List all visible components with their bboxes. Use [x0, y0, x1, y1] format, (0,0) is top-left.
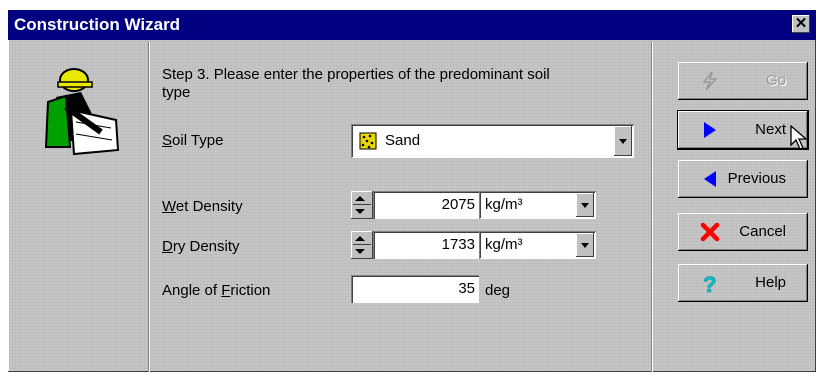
soil-type-label-rest: oil Type: [172, 132, 224, 149]
soil-type-label: Soil Type: [162, 132, 223, 149]
wet-density-unit-button[interactable]: [576, 193, 594, 217]
next-button[interactable]: Next: [678, 111, 808, 150]
help-question-icon: ?: [703, 273, 717, 295]
wet-density-accel: W: [162, 198, 176, 215]
help-label: Help: [755, 274, 786, 291]
step-instructions: Step 3. Please enter the properties of t…: [162, 66, 550, 101]
close-button[interactable]: ✕: [792, 15, 810, 33]
soil-type-accel: S: [162, 132, 173, 149]
help-button[interactable]: ? Help: [678, 264, 808, 302]
soil-type-value: Sand: [385, 132, 421, 149]
wet-density-unit-dropdown[interactable]: kg/m³: [479, 191, 596, 219]
previous-button[interactable]: Previous: [678, 160, 808, 198]
dry-density-unit-dropdown[interactable]: kg/m³: [479, 231, 596, 259]
wet-density-label-rest: et Density: [175, 198, 243, 215]
wet-density-label: Wet Density: [162, 198, 243, 215]
go-button[interactable]: Go: [678, 62, 808, 100]
dry-density-unit-button[interactable]: [576, 233, 594, 257]
wet-density-input[interactable]: 2075: [373, 191, 479, 219]
construction-wizard-window: Construction Wizard ✕ Step 3. Please ent…: [8, 10, 816, 372]
soil-type-dropdown[interactable]: Sand: [351, 124, 634, 158]
go-label: Go: [765, 72, 786, 89]
friction-unit: deg: [485, 282, 511, 299]
dry-density-label: Dry Density: [162, 238, 240, 255]
cancel-label: Cancel: [739, 223, 786, 240]
dry-density-accel: D: [162, 238, 173, 255]
illustration-panel: [8, 42, 150, 372]
dry-density-input[interactable]: 1733: [373, 231, 479, 259]
friction-label: Angle of Friction: [162, 282, 270, 299]
svg-text:?: ?: [703, 273, 716, 295]
construction-worker-icon: [44, 68, 120, 156]
wet-density-spinner[interactable]: [351, 191, 373, 219]
arrow-right-icon: [704, 122, 716, 138]
friction-accel: F: [221, 282, 231, 299]
previous-label: Previous: [727, 170, 786, 187]
arrow-left-icon: [704, 171, 716, 187]
cancel-button[interactable]: Cancel: [678, 213, 808, 251]
dry-density-unit: kg/m³: [485, 236, 523, 253]
title-bar[interactable]: Construction Wizard ✕: [8, 10, 816, 40]
soil-type-dropdown-button[interactable]: [614, 126, 632, 156]
window-title: Construction Wizard: [14, 15, 181, 34]
friction-label-pre: Angle of: [162, 282, 222, 299]
friction-label-rest: riction: [230, 282, 271, 299]
divider: [651, 42, 653, 372]
wet-density-unit: kg/m³: [485, 196, 523, 213]
dry-density-spinner[interactable]: [351, 231, 373, 259]
mouse-cursor-icon: [790, 125, 808, 150]
dry-density-label-rest: ry Density: [172, 238, 240, 255]
friction-input[interactable]: 35: [351, 275, 479, 303]
sand-icon: [359, 132, 377, 150]
cancel-x-icon: [700, 222, 720, 242]
lightning-icon: [702, 71, 718, 91]
next-label: Next: [755, 121, 786, 138]
